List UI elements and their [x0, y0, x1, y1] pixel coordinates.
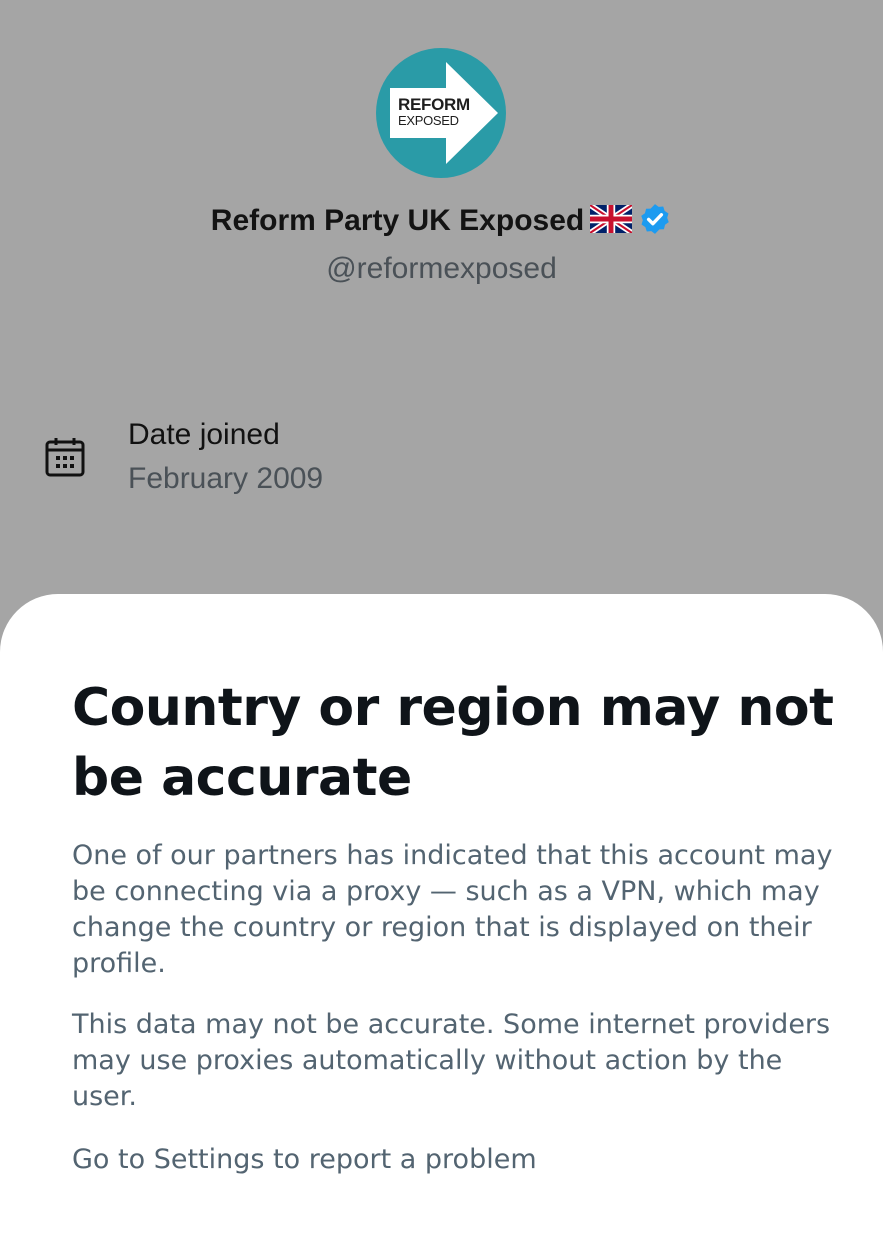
avatar[interactable]: REFORM EXPOSED: [376, 48, 506, 178]
date-joined-value: February 2009: [128, 462, 324, 495]
avatar-logo-line2: EXPOSED: [398, 113, 459, 128]
verified-badge-icon[interactable]: [638, 202, 672, 240]
avatar-logo-line1: REFORM: [398, 95, 470, 114]
profile-name-row: Reform Party UK Exposed: [0, 202, 883, 240]
avatar-logo-text: REFORM EXPOSED: [398, 96, 470, 127]
settings-report-link[interactable]: Go to Settings to report a problem: [72, 1142, 537, 1178]
sheet-paragraph-accuracy: This data may not be accurate. Some inte…: [72, 1009, 831, 1112]
date-joined-label: Date joined: [128, 418, 280, 451]
display-name: Reform Party UK Exposed: [210, 204, 585, 237]
calendar-icon: [44, 436, 86, 482]
profile-handle: @reformexposed: [326, 252, 557, 285]
uk-flag-icon: [588, 202, 634, 237]
sheet-title: Country or region may not be accurate: [72, 678, 834, 808]
sheet-paragraph-proxy: One of our partners has indicated that t…: [72, 840, 833, 979]
